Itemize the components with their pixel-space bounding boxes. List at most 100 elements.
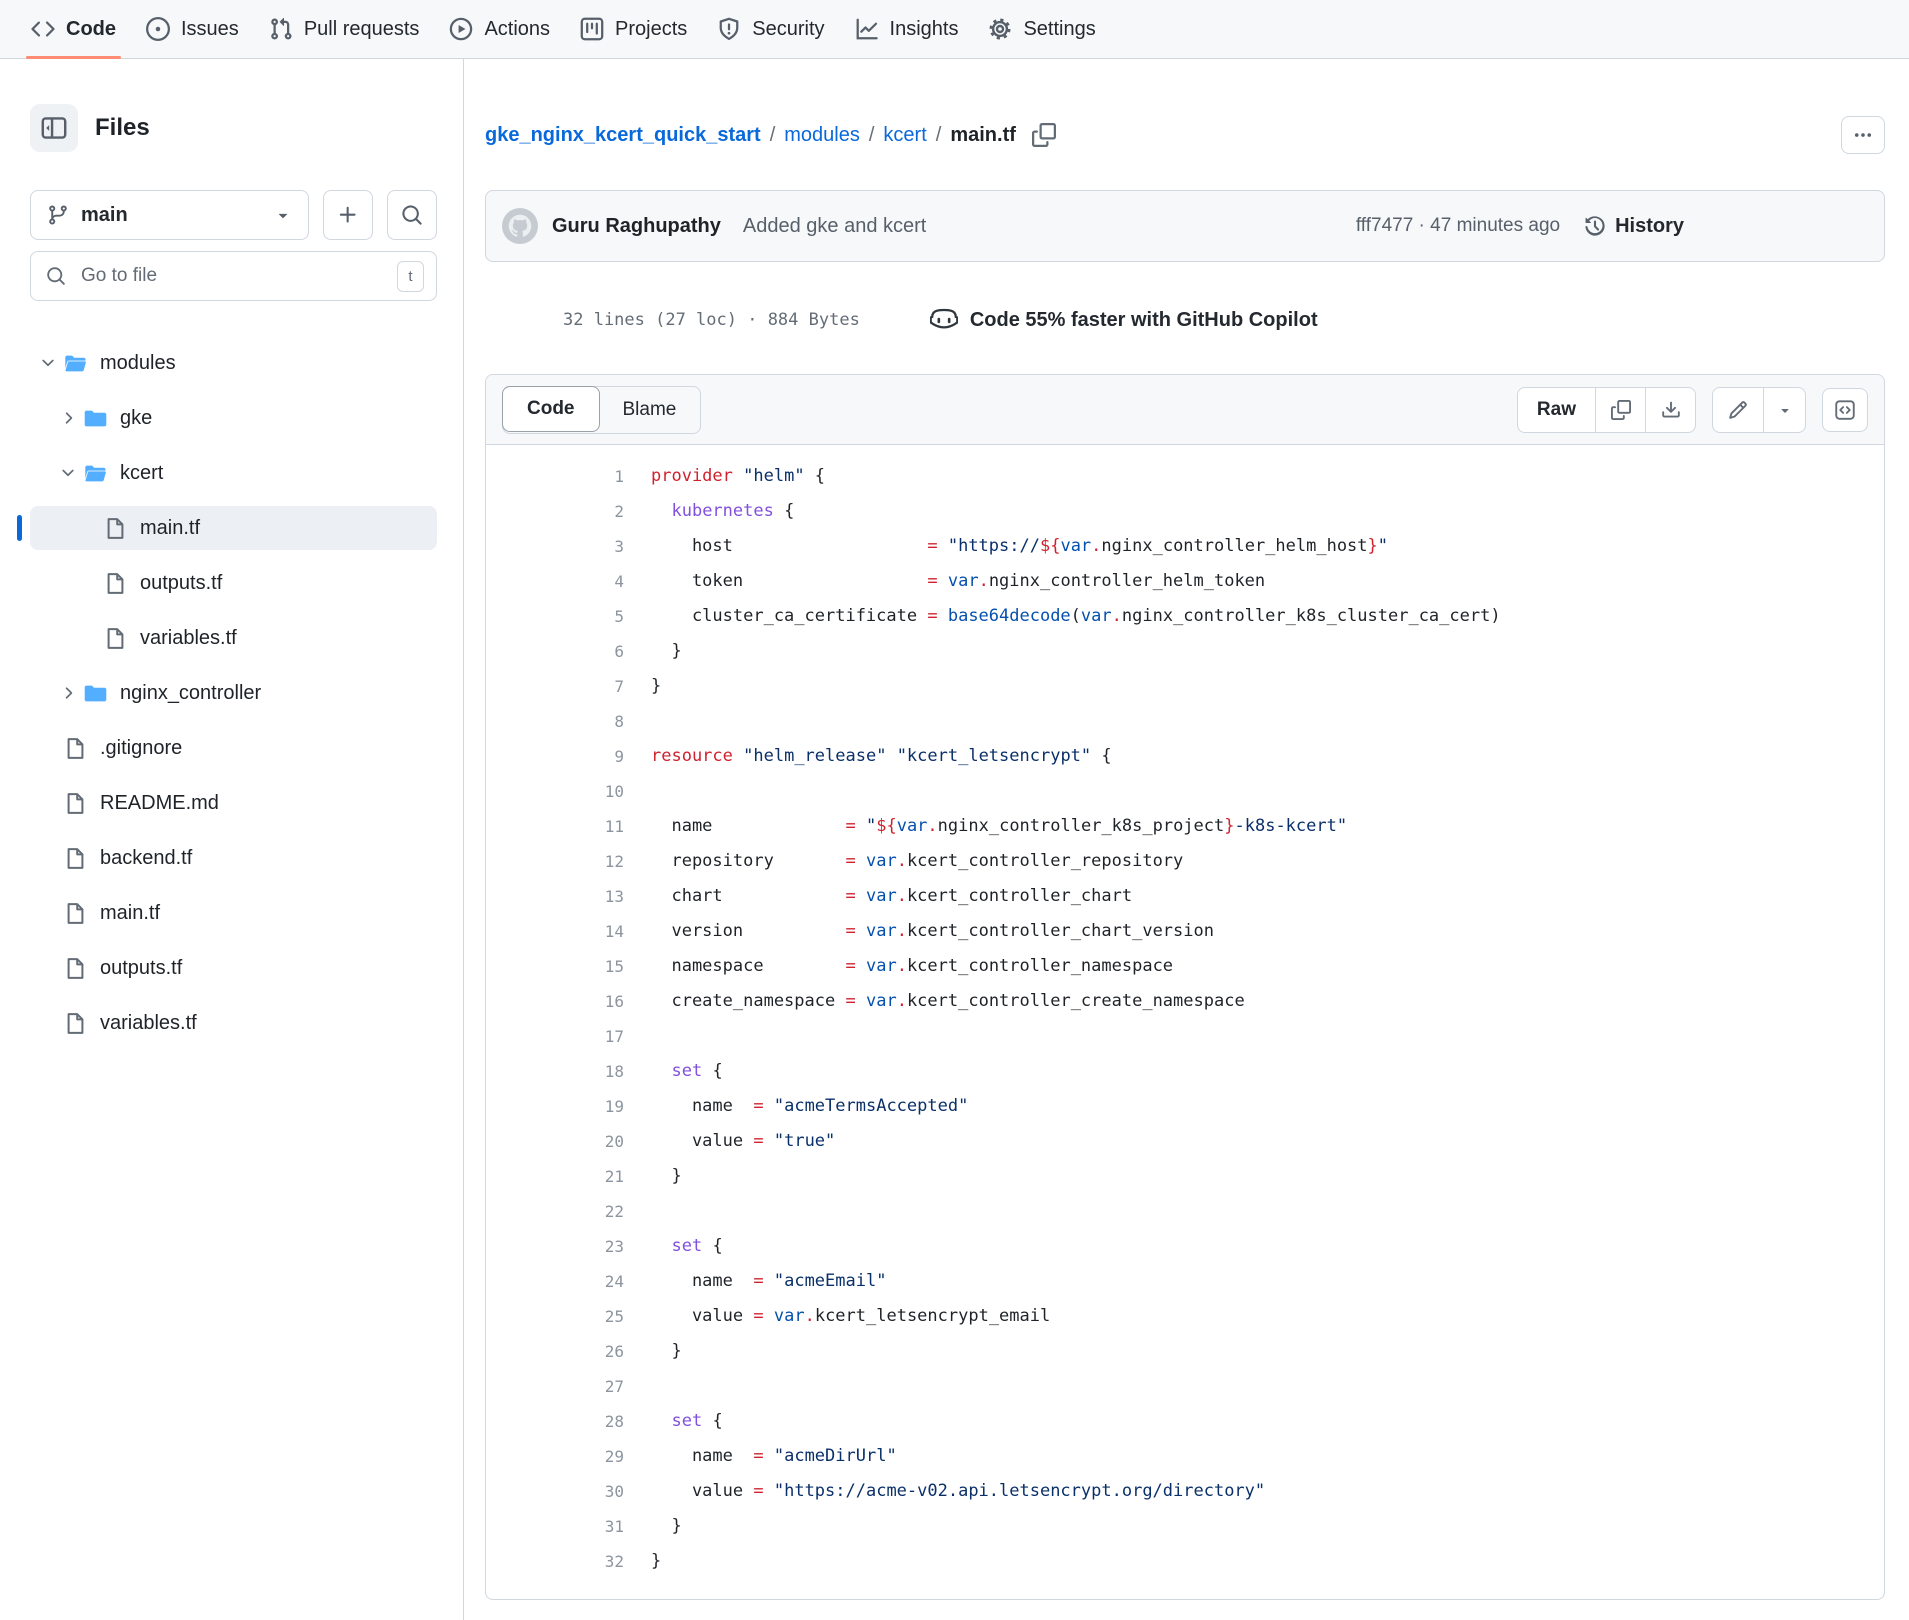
tab-settings[interactable]: Settings [973,0,1110,58]
tab-issues[interactable]: Issues [131,0,254,58]
code-line: 13 chart = var.kcert_controller_chart [486,879,1884,914]
go-to-file-input[interactable] [79,264,384,288]
line-number[interactable]: 17 [486,1019,624,1054]
copy-icon [1611,400,1631,420]
commit-message[interactable]: Added gke and kcert [743,215,926,238]
tree-item-outputs-tf[interactable]: outputs.tf [30,946,437,990]
line-number[interactable]: 13 [486,879,624,914]
tree-item-variables-tf[interactable]: variables.tf [30,616,437,660]
raw-button[interactable]: Raw [1518,388,1595,432]
line-number[interactable]: 3 [486,529,624,564]
line-number[interactable]: 28 [486,1404,624,1439]
line-number[interactable]: 23 [486,1229,624,1264]
code-text: chart = var.kcert_controller_chart [651,879,1132,914]
line-number[interactable]: 25 [486,1299,624,1334]
line-number[interactable]: 4 [486,564,624,599]
tree-item-variables-tf[interactable]: variables.tf [30,1001,437,1045]
more-options-button[interactable] [1841,116,1885,154]
folder-open-icon [84,462,107,485]
branch-selector[interactable]: main [30,190,309,240]
history-link[interactable]: History [1584,215,1684,238]
line-number[interactable]: 31 [486,1509,624,1544]
commit-sha-time[interactable]: fff7477 · 47 minutes ago [1356,215,1560,237]
line-number[interactable]: 32 [486,1544,624,1579]
tree-item-gitignore[interactable]: .gitignore [30,726,437,770]
code-square-icon [1835,400,1855,420]
breadcrumb-row: gke_nginx_kcert_quick_start/modules/kcer… [485,113,1885,157]
tab-security[interactable]: Security [702,0,839,58]
tab-code[interactable]: Code [16,0,131,58]
pencil-icon [1728,400,1748,420]
commit-author[interactable]: Guru Raghupathy [552,215,721,238]
breadcrumb-link-kcert[interactable]: kcert [883,124,926,147]
line-number[interactable]: 10 [486,774,624,809]
tree-item-gke[interactable]: gke [30,396,437,440]
tab-blame[interactable]: Blame [599,387,701,433]
tab-projects[interactable]: Projects [565,0,702,58]
tree-item-outputs-tf[interactable]: outputs.tf [30,561,437,605]
tree-item-main-tf[interactable]: main.tf [30,891,437,935]
line-number[interactable]: 22 [486,1194,624,1229]
line-number[interactable]: 29 [486,1439,624,1474]
edit-dropdown-button[interactable] [1763,388,1805,432]
tree-item-main-tf[interactable]: main.tf [30,506,437,550]
line-number[interactable]: 5 [486,599,624,634]
symbols-button[interactable] [1822,388,1868,432]
add-file-button[interactable] [323,190,373,240]
breadcrumb-link-modules[interactable]: modules [784,124,860,147]
line-number[interactable]: 2 [486,494,624,529]
tab-insights[interactable]: Insights [840,0,974,58]
line-number[interactable]: 20 [486,1124,624,1159]
chevron-right-icon [56,683,80,703]
line-number[interactable]: 12 [486,844,624,879]
line-number[interactable]: 9 [486,739,624,774]
line-number[interactable]: 11 [486,809,624,844]
download-button[interactable] [1645,388,1695,432]
avatar[interactable] [502,208,538,244]
code-line: 8 [486,704,1884,739]
line-number[interactable]: 27 [486,1369,624,1404]
chevron-spacer [36,958,60,978]
code-line: 17 [486,1019,1884,1054]
folder-icon [84,682,107,705]
line-number[interactable]: 14 [486,914,624,949]
tree-item-backend-tf[interactable]: backend.tf [30,836,437,880]
tab-pull-requests[interactable]: Pull requests [254,0,435,58]
line-number[interactable]: 6 [486,634,624,669]
tab-actions[interactable]: Actions [434,0,565,58]
line-number[interactable]: 7 [486,669,624,704]
tree-item-readme-md[interactable]: README.md [30,781,437,825]
tab-code[interactable]: Code [502,386,600,432]
copy-path-button[interactable] [1032,123,1056,147]
code-text: } [651,1334,682,1369]
line-number[interactable]: 21 [486,1159,624,1194]
code-text: value = "https://acme-v02.api.letsencryp… [651,1474,1265,1509]
chevron-spacer [36,848,60,868]
breadcrumb-repo-link[interactable]: gke_nginx_kcert_quick_start [485,124,761,147]
line-number[interactable]: 15 [486,949,624,984]
copilot-banner[interactable]: Code 55% faster with GitHub Copilot [930,306,1318,334]
search-repo-button[interactable] [387,190,437,240]
collapse-sidebar-button[interactable] [30,104,78,152]
tree-item-modules[interactable]: modules [30,341,437,385]
tab-label: Pull requests [304,18,420,41]
go-to-file-box[interactable]: t [30,251,437,301]
line-number[interactable]: 1 [486,459,624,494]
chevron-spacer [76,573,100,593]
tab-label: Code [66,18,116,41]
line-number[interactable]: 8 [486,704,624,739]
line-number[interactable]: 16 [486,984,624,1019]
tree-item-label: nginx_controller [120,682,261,705]
line-number[interactable]: 26 [486,1334,624,1369]
copy-file-button[interactable] [1595,388,1645,432]
line-number[interactable]: 24 [486,1264,624,1299]
line-number[interactable]: 30 [486,1474,624,1509]
edit-file-button[interactable] [1713,388,1763,432]
code-text: create_namespace = var.kcert_controller_… [651,984,1245,1019]
code-line: 21 } [486,1159,1884,1194]
tree-item-kcert[interactable]: kcert [30,451,437,495]
line-number[interactable]: 19 [486,1089,624,1124]
tree-item-nginx-controller[interactable]: nginx_controller [30,671,437,715]
line-number[interactable]: 18 [486,1054,624,1089]
code-line: 1provider "helm" { [486,459,1884,494]
